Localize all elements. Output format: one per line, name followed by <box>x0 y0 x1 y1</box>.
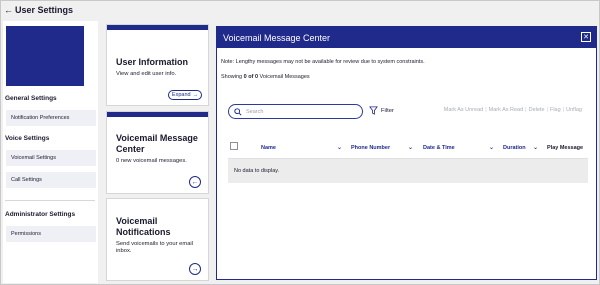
page-header: ← User Settings <box>1 1 600 18</box>
filter-button[interactable]: Filter <box>369 106 394 115</box>
card-user-information: User Information View and edit user info… <box>106 24 209 106</box>
select-all-checkbox[interactable] <box>230 142 238 150</box>
card-accent-bar <box>107 112 208 117</box>
arrow-right-icon: → <box>192 92 199 98</box>
expand-button[interactable]: Expand → <box>168 90 202 100</box>
search-icon <box>234 107 242 116</box>
column-duration[interactable]: Duration <box>503 145 526 151</box>
arrow-right-circle-icon[interactable]: → <box>189 263 201 275</box>
sidebar-item-call-settings[interactable]: Call Settings <box>6 172 96 188</box>
search-placeholder: Search <box>246 108 264 115</box>
column-date-time[interactable]: Date & Time <box>423 145 455 151</box>
chevron-down-icon[interactable]: ⌄ <box>408 144 413 151</box>
chevron-down-icon[interactable]: ⌄ <box>337 144 342 151</box>
section-administrator-settings: Administrator Settings <box>5 211 76 218</box>
mark-as-unread-button[interactable]: Mark As Unread <box>444 107 483 113</box>
panel-title: Voicemail Message Center <box>223 32 331 43</box>
table-header: Name ⌄ Phone Number ⌄ Date & Time ⌄ Dura… <box>228 142 588 158</box>
page-title: User Settings <box>15 4 74 15</box>
close-icon[interactable]: ✕ <box>581 32 591 42</box>
card-description: View and edit user info. <box>116 71 177 77</box>
results-count-range: 0 of 0 <box>243 74 259 80</box>
back-arrow-icon[interactable]: ← <box>4 5 13 15</box>
sidebar-item-voicemail-settings[interactable]: Voicemail Settings <box>6 150 96 166</box>
unflag-button[interactable]: Unflag <box>566 107 582 113</box>
card-title: User Information <box>116 57 189 67</box>
card-accent-bar <box>107 25 208 30</box>
chevron-down-icon[interactable]: ⌄ <box>533 144 538 151</box>
mark-as-read-button[interactable]: Mark As Read <box>489 107 524 113</box>
flag-button[interactable]: Flag <box>550 107 561 113</box>
panel-note: Note: Lengthy messages may not be availa… <box>221 59 425 65</box>
sidebar-item-notification-preferences[interactable]: Notification Preferences <box>6 110 96 126</box>
divider: | <box>546 107 548 113</box>
card-title: Voicemail Notifications <box>116 216 171 237</box>
message-actions: Mark As Unread | Mark As Read | Delete |… <box>444 107 582 113</box>
card-voicemail-notifications: Voicemail Notifications Send voicemails … <box>106 198 209 281</box>
divider: | <box>562 107 565 113</box>
card-description: 0 new voicemail messages. <box>116 158 187 164</box>
filter-icon <box>369 106 378 115</box>
section-general-settings: General Settings <box>5 95 57 102</box>
results-count: Showing 0 of 0 Voicemail Messages <box>221 74 310 80</box>
results-count-prefix: Showing <box>221 74 244 80</box>
chevron-down-icon[interactable]: ⌄ <box>489 144 494 151</box>
voicemail-panel: Voicemail Message Center ✕ Note: Lengthy… <box>216 26 597 280</box>
divider: | <box>525 107 527 113</box>
column-phone-number[interactable]: Phone Number <box>351 145 390 151</box>
arrow-left-circle-icon[interactable]: ← <box>189 176 201 188</box>
panel-header: Voicemail Message Center ✕ <box>217 27 596 48</box>
card-voicemail-message-center: Voicemail Message Center 0 new voicemail… <box>106 111 209 194</box>
search-input[interactable]: Search <box>228 104 363 119</box>
results-count-suffix: Voicemail Messages <box>258 74 310 80</box>
card-title: Voicemail Message Center <box>116 133 198 154</box>
sidebar: General Settings Notification Preference… <box>3 21 98 283</box>
filter-label: Filter <box>381 107 394 114</box>
delete-button[interactable]: Delete <box>529 107 545 113</box>
card-description: Send voicemails to your email inbox. <box>116 241 194 254</box>
sidebar-banner <box>6 26 84 86</box>
sidebar-item-permissions[interactable]: Permissions <box>6 226 96 242</box>
sidebar-divider <box>5 200 95 201</box>
section-voice-settings: Voice Settings <box>5 135 50 142</box>
empty-table-message: No data to display. <box>228 159 588 183</box>
column-play-message: Play Message <box>547 145 584 151</box>
column-name[interactable]: Name <box>261 145 276 151</box>
divider: | <box>485 107 487 113</box>
expand-button-label: Expand <box>171 92 191 98</box>
